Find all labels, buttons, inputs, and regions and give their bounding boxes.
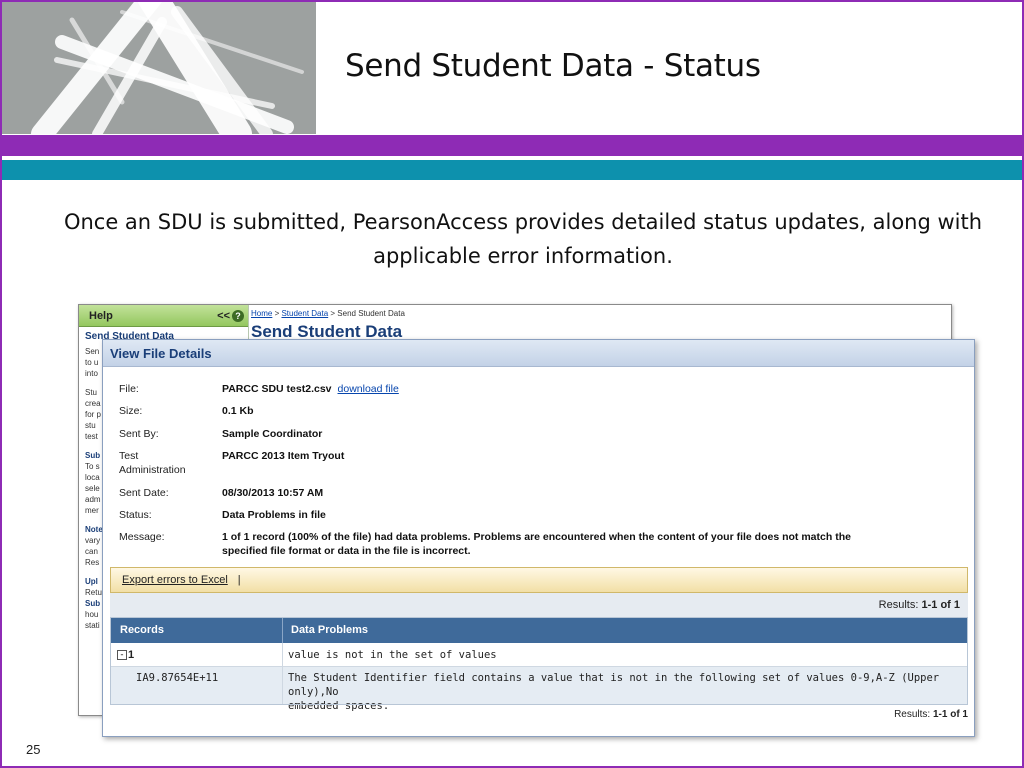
download-file-link[interactable]: download file (338, 383, 399, 395)
problem-detail: The Student Identifier field contains a … (288, 671, 958, 713)
results-count-top: Results: 1-1 of 1 (110, 593, 968, 617)
stylized-a-logo-icon (31, 2, 304, 134)
message-line-1: 1 of 1 record (100% of the file) had dat… (222, 531, 851, 543)
collapse-row-icon[interactable]: - (117, 650, 127, 660)
sent-by-label: Sent By: (119, 428, 159, 440)
sent-date-label: Sent Date: (119, 487, 169, 499)
table-row-group: - 1 value is not in the set of values (110, 643, 968, 667)
help-controls: << ? (217, 309, 244, 322)
dialog-title: View File Details (103, 340, 974, 367)
page-number: 25 (26, 742, 41, 757)
sent-by-value: Sample Coordinator (222, 428, 323, 440)
breadcrumb: Home > Student Data > Send Student Data (251, 309, 405, 318)
student-identifier-value: IA9.87654E+11 (136, 672, 219, 684)
help-panel-header: Help << ? (79, 305, 248, 327)
export-errors-to-excel-link[interactable]: Export errors to Excel (122, 574, 228, 586)
test-admin-label-line2: Administration (119, 464, 186, 476)
question-icon[interactable]: ? (232, 309, 244, 322)
message-value: 1 of 1 record (100% of the file) had dat… (222, 530, 851, 558)
collapse-help-button[interactable]: << (217, 310, 230, 322)
problem-summary: value is not in the set of values (288, 649, 497, 661)
status-label: Status: (119, 509, 152, 521)
help-title: Help (89, 309, 113, 322)
dialog-body: File: PARCC SDU test2.csv download file S… (110, 367, 968, 735)
results-value: 1-1 of 1 (921, 599, 960, 611)
record-number: 1 (128, 649, 135, 661)
size-label: Size: (119, 405, 143, 417)
teal-band (2, 160, 1022, 180)
file-name: PARCC SDU test2.csv (222, 383, 332, 395)
footer-results-value: 1-1 of 1 (932, 709, 968, 720)
intro-text: Once an SDU is submitted, PearsonAccess … (63, 210, 983, 268)
breadcrumb-home-link[interactable]: Home (251, 309, 272, 318)
view-file-details-dialog: View File Details File: PARCC SDU test2.… (102, 339, 975, 737)
problem-detail-line1: The Student Identifier field contains a … (288, 672, 940, 698)
test-administration-value: PARCC 2013 Item Tryout (222, 450, 345, 462)
grid-header: Records Data Problems (110, 617, 968, 643)
test-administration-label: Test Administration (119, 449, 186, 477)
breadcrumb-current: Send Student Data (337, 309, 405, 318)
size-value: 0.1 Kb (222, 405, 254, 417)
status-value: Data Problems in file (222, 509, 326, 521)
logo (2, 2, 316, 134)
test-admin-label-line1: Test (119, 450, 139, 462)
results-count-bottom: Results: 1-1 of 1 (110, 709, 968, 720)
breadcrumb-sep: > (328, 309, 338, 318)
purple-band (2, 135, 1022, 156)
export-toolbar: Export errors to Excel | (110, 567, 968, 593)
record-cell: - 1 (117, 643, 134, 667)
slide-title: Send Student Data - Status (345, 48, 761, 84)
sent-date-value: 08/30/2013 10:57 AM (222, 487, 324, 499)
breadcrumb-student-data-link[interactable]: Student Data (281, 309, 328, 318)
message-label: Message: (119, 531, 165, 543)
results-label: Results: (878, 599, 919, 611)
table-row-detail: IA9.87654E+11 The Student Identifier fie… (110, 667, 968, 712)
footer-results-label: Results: (894, 709, 931, 720)
file-value-row: PARCC SDU test2.csv download file (222, 382, 399, 396)
column-divider (282, 643, 283, 705)
file-label: File: (119, 383, 139, 395)
column-divider (282, 617, 283, 643)
column-header-records[interactable]: Records (120, 617, 164, 643)
column-header-data-problems[interactable]: Data Problems (291, 617, 368, 643)
message-line-2: specified file format or data in the fil… (222, 545, 471, 557)
toolbar-separator: | (237, 574, 241, 586)
